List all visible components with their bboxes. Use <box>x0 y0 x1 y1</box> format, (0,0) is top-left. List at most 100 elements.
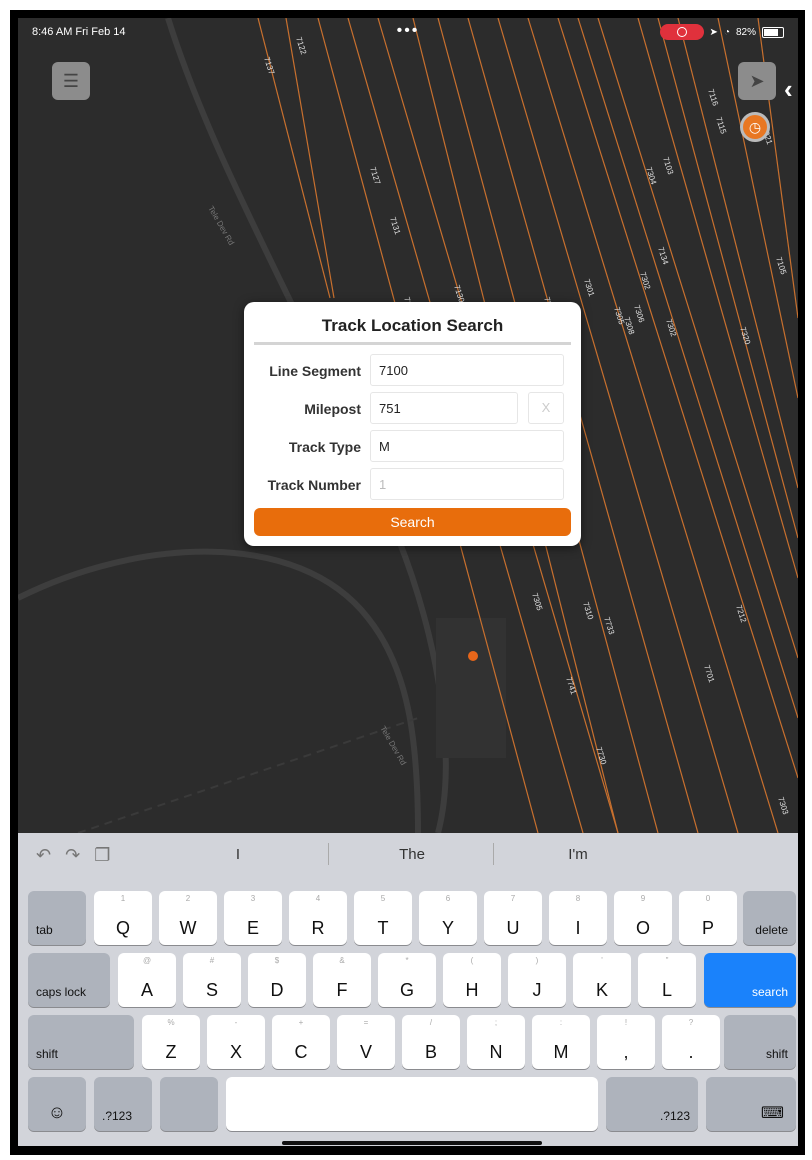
battery-icon <box>762 26 784 38</box>
key-hint: 7 <box>510 894 516 903</box>
caps-lock-key[interactable]: caps lock <box>28 953 110 1007</box>
numbers-right-key[interactable]: .?123 <box>606 1077 698 1131</box>
key-e[interactable]: 3E <box>224 891 282 945</box>
delete-key[interactable]: delete <box>743 891 796 945</box>
key-d[interactable]: $ D <box>248 953 306 1007</box>
key-label: . <box>688 1042 694 1062</box>
key-label: E <box>246 918 259 938</box>
navigation-arrow-icon: ➤ <box>749 70 765 91</box>
collapse-panel-button[interactable]: ‹ <box>784 74 793 105</box>
on-screen-keyboard: ↶ ↷ ❐ I The I'm tab 1 Q 2 W 3 E 4 R 5 T 6 Y 7 U 8 I 9 O 0 P d… <box>18 833 798 1146</box>
paste-icon[interactable]: ❐ <box>94 845 110 866</box>
key-l[interactable]: " L <box>638 953 696 1007</box>
shift-right-key[interactable]: shift <box>724 1015 796 1069</box>
key-label: J <box>532 980 542 1000</box>
line-segment-field[interactable]: 7100 <box>370 354 564 386</box>
key-label: W <box>179 918 197 938</box>
key-i[interactable]: 8I <box>549 891 607 945</box>
key-n[interactable]: ; N <box>467 1015 525 1069</box>
battery-percent: 82% <box>735 26 756 38</box>
milepost-clear-button[interactable]: X <box>528 392 564 424</box>
status-right: ➤ ◔ 82% <box>659 24 784 40</box>
key-label: O <box>635 918 650 938</box>
key-hint: @ <box>142 956 152 965</box>
tab-key[interactable]: tab <box>28 891 86 945</box>
track-line <box>597 18 798 659</box>
key-label: tab <box>36 923 53 937</box>
clock-icon: ◷ <box>748 119 762 135</box>
key-z[interactable]: % Z <box>142 1015 200 1069</box>
suggestion-1[interactable]: I <box>158 846 318 863</box>
key-u[interactable]: 7U <box>484 891 542 945</box>
key-period[interactable]: ?. <box>662 1015 720 1069</box>
track-label: 7115 <box>714 116 728 136</box>
track-label: 7105 <box>774 256 788 276</box>
track-label: 7320 <box>738 326 752 346</box>
key-label: shift <box>36 1047 59 1061</box>
key-r[interactable]: 4R <box>289 891 347 945</box>
track-label: 7302 <box>638 271 652 291</box>
key-p[interactable]: 0P <box>679 891 737 945</box>
key-hint: % <box>167 1018 175 1027</box>
key-hint: = <box>363 1018 369 1027</box>
search-button[interactable]: Search <box>254 508 571 536</box>
key-label: R <box>311 918 325 938</box>
dictation-key[interactable] <box>160 1077 218 1131</box>
key-t[interactable]: 5T <box>354 891 412 945</box>
locate-button[interactable]: ➤ <box>738 62 776 100</box>
key-g[interactable]: * G <box>378 953 436 1007</box>
key-label: search <box>751 985 788 999</box>
key-y[interactable]: 6Y <box>419 891 477 945</box>
key-f[interactable]: & F <box>313 953 371 1007</box>
key-m[interactable]: :M <box>532 1015 590 1069</box>
key-v[interactable]: = V <box>337 1015 395 1069</box>
screen-record-icon[interactable] <box>659 24 704 40</box>
key-hint: ! <box>624 1018 628 1027</box>
search-key[interactable]: search <box>704 953 796 1007</box>
key-b[interactable]: / B <box>402 1015 460 1069</box>
key-comma[interactable]: !, <box>597 1015 655 1069</box>
key-label: C <box>294 1042 308 1062</box>
space-key[interactable] <box>226 1077 598 1131</box>
key-label: P <box>701 918 714 938</box>
emoji-key[interactable]: ☺ <box>28 1077 86 1131</box>
key-j[interactable]: ) J <box>508 953 566 1007</box>
suggestion-3[interactable]: I'm <box>498 846 658 863</box>
emoji-icon: ☺ <box>47 1102 67 1122</box>
track-type-field[interactable]: M <box>370 430 564 462</box>
key-a[interactable]: @ A <box>118 953 176 1007</box>
key-hint: 5 <box>380 894 386 903</box>
undo-icon[interactable]: ↶ <box>36 845 51 866</box>
key-hint: ; <box>494 1018 498 1027</box>
location-pin[interactable] <box>468 651 478 661</box>
key-s[interactable]: # S <box>183 953 241 1007</box>
key-hint: # <box>209 956 215 965</box>
key-c[interactable]: + C <box>272 1015 330 1069</box>
road-label: Tele Dev Rd <box>206 205 236 247</box>
home-indicator[interactable] <box>282 1141 542 1145</box>
map-area <box>436 618 506 758</box>
key-k[interactable]: ' K <box>573 953 631 1007</box>
suggestion-divider <box>493 843 494 865</box>
milepost-row: Milepost 751 X <box>244 392 581 426</box>
key-o[interactable]: 9O <box>614 891 672 945</box>
key-q[interactable]: 1Q <box>94 891 152 945</box>
numbers-left-key[interactable]: .?123 <box>94 1077 152 1131</box>
multitask-dots[interactable]: ••• <box>397 22 420 40</box>
milepost-field[interactable]: 751 <box>370 392 518 424</box>
key-h[interactable]: (H <box>443 953 501 1007</box>
history-button[interactable]: ◷ <box>740 112 770 142</box>
line-segment-row: Line Segment 7100 <box>244 354 581 388</box>
shift-left-key[interactable]: shift <box>28 1015 134 1069</box>
key-w[interactable]: 2W <box>159 891 217 945</box>
redo-icon[interactable]: ↷ <box>65 845 80 866</box>
key-hint: * <box>405 956 409 965</box>
track-number-field[interactable]: 1 <box>370 468 564 500</box>
key-hint: 1 <box>120 894 126 903</box>
menu-button[interactable]: ☰ <box>52 62 90 100</box>
key-label: delete <box>755 923 788 937</box>
suggestion-2[interactable]: The <box>332 846 492 863</box>
hide-keyboard-key[interactable]: ⌨ <box>706 1077 796 1131</box>
key-label: caps lock <box>36 985 87 999</box>
key-x[interactable]: -X <box>207 1015 265 1069</box>
